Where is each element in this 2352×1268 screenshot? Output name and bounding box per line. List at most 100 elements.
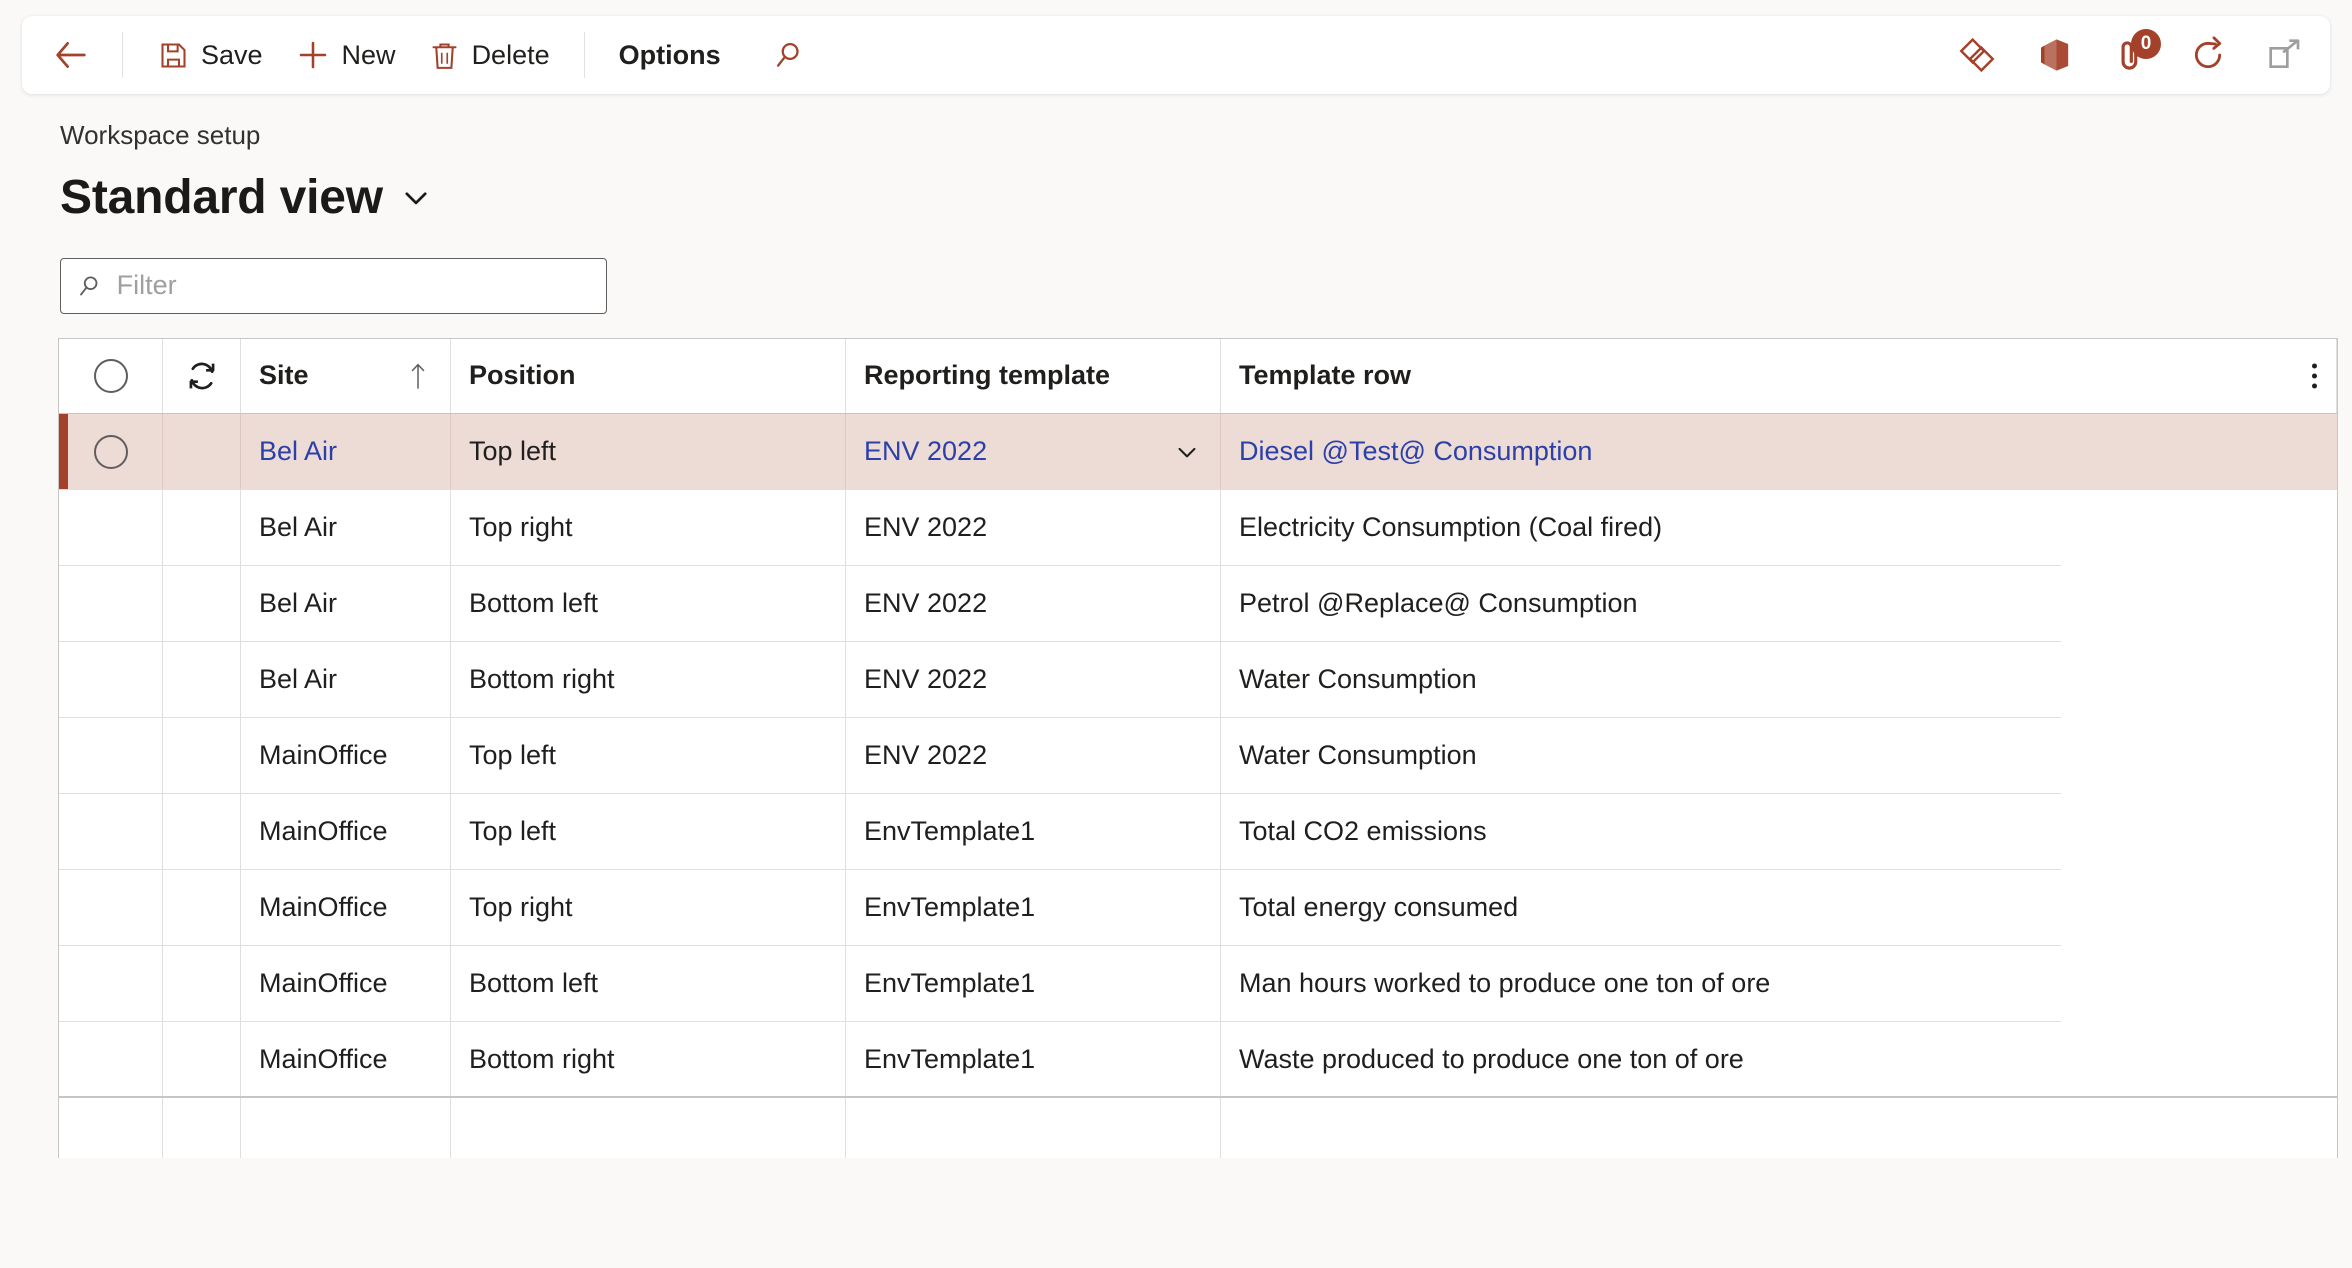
- open-in-new-window-button[interactable]: [2264, 35, 2304, 75]
- row-select-cell[interactable]: [59, 1097, 163, 1158]
- row-select-cell[interactable]: [59, 565, 163, 642]
- cell-template-row[interactable]: Water Consumption: [1221, 642, 2337, 718]
- table-row-placeholder[interactable]: [59, 1097, 2337, 1158]
- new-button[interactable]: New: [279, 29, 412, 81]
- toolbar-divider-2: [583, 32, 585, 78]
- cell-reporting-template[interactable]: EnvTemplate1: [846, 1021, 1221, 1098]
- cell-site[interactable]: MainOffice: [241, 717, 451, 794]
- cell-template-row[interactable]: [1221, 1098, 2337, 1158]
- cell-reporting-template[interactable]: ENV 2022: [846, 413, 1221, 490]
- table-row[interactable]: Bel Air Top left ENV 2022 Diesel @Test@ …: [59, 413, 2337, 490]
- office-app-button[interactable]: [2034, 35, 2074, 75]
- cell-site[interactable]: [241, 1097, 451, 1158]
- cell-template-row[interactable]: Man hours worked to produce one ton of o…: [1221, 946, 2337, 1022]
- row-select-cell[interactable]: [59, 1021, 163, 1098]
- chevron-down-icon[interactable]: [1172, 437, 1202, 467]
- cell-position[interactable]: Top right: [451, 489, 846, 566]
- options-button-label: Options: [618, 39, 721, 70]
- cell-site[interactable]: MainOffice: [241, 869, 451, 946]
- cell-template-row-value: Electricity Consumption (Coal fired): [1239, 512, 1663, 543]
- cell-template-row-value: Water Consumption: [1239, 740, 1477, 771]
- row-select-cell[interactable]: [59, 717, 163, 794]
- cell-template-row[interactable]: Diesel @Test@ Consumption: [1221, 414, 2337, 490]
- options-button[interactable]: Options: [603, 34, 737, 77]
- row-select-cell[interactable]: [59, 489, 163, 566]
- attachments-button[interactable]: 0: [2110, 29, 2161, 76]
- cell-template-row[interactable]: Petrol @Replace@ Consumption: [1221, 566, 2337, 642]
- cell-template-row[interactable]: Electricity Consumption (Coal fired): [1221, 490, 2337, 566]
- cell-template-row[interactable]: Total CO2 emissions: [1221, 794, 2337, 870]
- delete-button[interactable]: Delete: [412, 31, 566, 80]
- row-select-cell[interactable]: [59, 413, 163, 490]
- cell-position[interactable]: Top right: [451, 869, 846, 946]
- cell-site[interactable]: MainOffice: [241, 793, 451, 870]
- cell-reporting-template[interactable]: [846, 1097, 1221, 1158]
- cell-site-value: MainOffice: [259, 892, 388, 923]
- sync-column-header[interactable]: [163, 338, 241, 413]
- column-header-template-row[interactable]: Template row: [1221, 338, 2337, 413]
- column-header-site[interactable]: Site: [241, 338, 451, 413]
- refresh-circle-icon: [2194, 36, 2222, 69]
- table-row[interactable]: Bel Air Bottom right ENV 2022 Water Cons…: [59, 641, 2337, 718]
- table-row[interactable]: MainOffice Top left EnvTemplate1 Total C…: [59, 793, 2337, 870]
- save-button[interactable]: Save: [141, 31, 279, 80]
- cell-reporting-template[interactable]: EnvTemplate1: [846, 869, 1221, 946]
- column-header-reporting-template[interactable]: Reporting template: [846, 338, 1221, 413]
- cell-reporting-template[interactable]: EnvTemplate1: [846, 793, 1221, 870]
- relationships-button[interactable]: [1956, 34, 1998, 76]
- cell-position[interactable]: Bottom right: [451, 1021, 846, 1098]
- row-sync-cell: [163, 1021, 241, 1098]
- cell-site[interactable]: MainOffice: [241, 1021, 451, 1098]
- cell-template-row[interactable]: Total energy consumed: [1221, 870, 2337, 946]
- table-row[interactable]: Bel Air Bottom left ENV 2022 Petrol @Rep…: [59, 565, 2337, 642]
- cell-reporting-template[interactable]: EnvTemplate1: [846, 945, 1221, 1022]
- cell-position[interactable]: [451, 1097, 846, 1158]
- cell-reporting-template[interactable]: ENV 2022: [846, 641, 1221, 718]
- toolbar-divider-1: [122, 32, 123, 78]
- row-sync-cell: [163, 565, 241, 642]
- cell-site[interactable]: Bel Air: [241, 489, 451, 566]
- cell-reporting-template-value: EnvTemplate1: [864, 1044, 1036, 1075]
- filter-input[interactable]: [116, 270, 592, 302]
- table-row[interactable]: MainOffice Top right EnvTemplate1 Total …: [59, 869, 2337, 946]
- cell-reporting-template[interactable]: ENV 2022: [846, 565, 1221, 642]
- toolbar-search-button[interactable]: [757, 30, 819, 80]
- row-select-circle-icon[interactable]: [93, 434, 128, 469]
- cell-site[interactable]: MainOffice: [241, 945, 451, 1022]
- row-select-cell[interactable]: [59, 793, 163, 870]
- cell-site[interactable]: Bel Air: [241, 413, 451, 490]
- select-all-circle-icon[interactable]: [93, 358, 128, 393]
- cell-position[interactable]: Top left: [451, 793, 846, 870]
- select-all-cell[interactable]: [59, 338, 163, 413]
- row-select-cell[interactable]: [59, 641, 163, 718]
- cell-site[interactable]: Bel Air: [241, 641, 451, 718]
- refresh-button[interactable]: [2188, 35, 2228, 75]
- floppy-disk-icon: [161, 42, 186, 68]
- cell-position[interactable]: Bottom left: [451, 565, 846, 642]
- cell-position-value: Bottom left: [469, 588, 599, 619]
- cell-position[interactable]: Top left: [451, 717, 846, 794]
- table-row[interactable]: MainOffice Top left ENV 2022 Water Consu…: [59, 717, 2337, 794]
- table-row[interactable]: MainOffice Bottom left EnvTemplate1 Man …: [59, 945, 2337, 1022]
- cell-reporting-template-link[interactable]: ENV 2022: [864, 436, 987, 467]
- more-vertical-icon[interactable]: [2306, 357, 2323, 394]
- cell-template-row-link[interactable]: Diesel @Test@ Consumption: [1239, 436, 1592, 467]
- cell-template-row[interactable]: Waste produced to produce one ton of ore: [1221, 1022, 2337, 1098]
- back-button[interactable]: [44, 28, 98, 82]
- cell-reporting-template[interactable]: ENV 2022: [846, 717, 1221, 794]
- view-selector[interactable]: Standard view: [60, 172, 433, 223]
- cell-position[interactable]: Bottom left: [451, 945, 846, 1022]
- row-select-cell[interactable]: [59, 869, 163, 946]
- cell-position[interactable]: Top left: [451, 413, 846, 490]
- column-header-position[interactable]: Position: [451, 338, 846, 413]
- table-row[interactable]: MainOffice Bottom right EnvTemplate1 Was…: [59, 1021, 2337, 1098]
- cell-reporting-template[interactable]: ENV 2022: [846, 489, 1221, 566]
- cell-site[interactable]: Bel Air: [241, 565, 451, 642]
- cell-site-link[interactable]: Bel Air: [259, 436, 337, 467]
- table-row[interactable]: Bel Air Top right ENV 2022 Electricity C…: [59, 489, 2337, 566]
- cell-position[interactable]: Bottom right: [451, 641, 846, 718]
- row-select-cell[interactable]: [59, 945, 163, 1022]
- cell-template-row[interactable]: Water Consumption: [1221, 718, 2337, 794]
- cell-site-value: MainOffice: [259, 1044, 388, 1075]
- filter-box[interactable]: [60, 257, 607, 314]
